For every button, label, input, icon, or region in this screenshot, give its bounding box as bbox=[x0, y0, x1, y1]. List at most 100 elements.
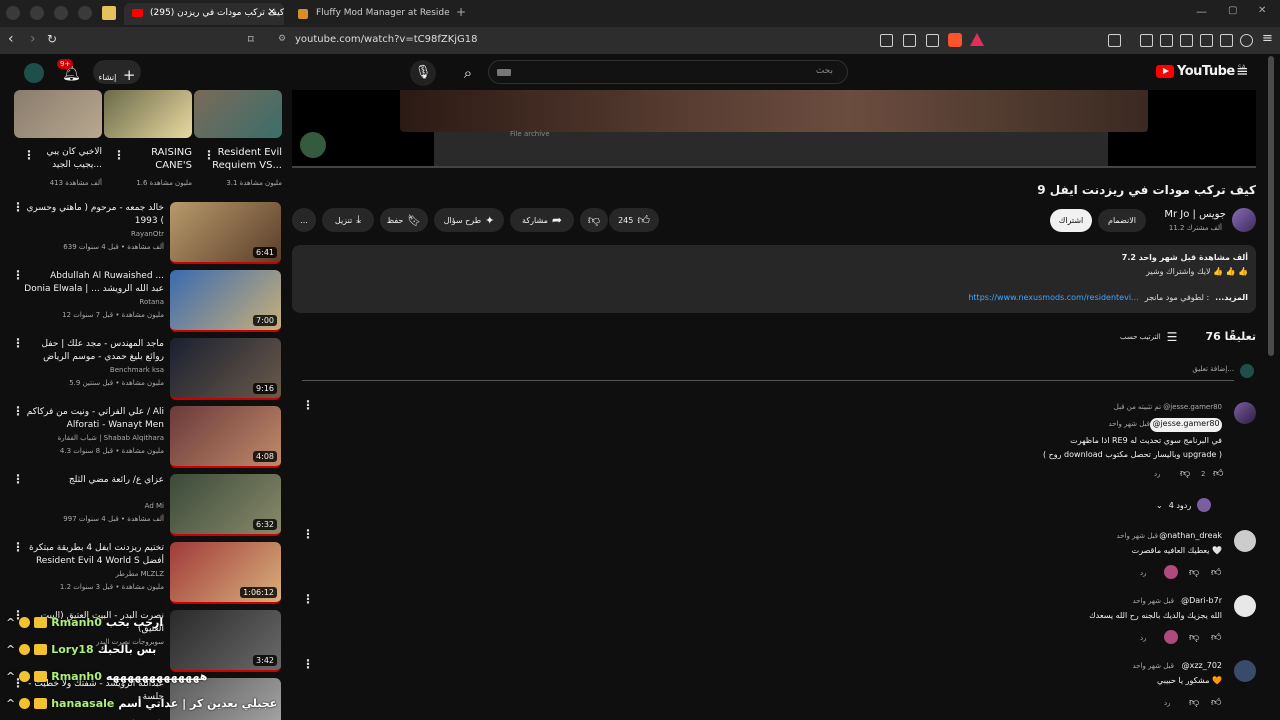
account-avatar[interactable] bbox=[24, 63, 44, 83]
related-channel[interactable]: Rotana bbox=[24, 298, 164, 306]
related-title[interactable]: عزاي ع/ رائعة مضي الثلج bbox=[24, 474, 164, 500]
channel-avatar[interactable] bbox=[1232, 208, 1256, 232]
commenter-name[interactable]: @Dari-b7r bbox=[1181, 596, 1222, 605]
create-button[interactable]: إنشاء + bbox=[93, 60, 141, 84]
youtube-logo[interactable]: YouTube SA bbox=[1156, 64, 1246, 79]
back-icon[interactable]: ‹ bbox=[8, 31, 14, 47]
comment-dislike-icon[interactable]: 👎︎ bbox=[1189, 696, 1199, 708]
save-button[interactable]: حفظ 🔖︎ bbox=[380, 208, 428, 232]
related-top-thumb[interactable] bbox=[194, 90, 282, 138]
sidebar-icon[interactable] bbox=[1180, 34, 1193, 47]
voice-search-button[interactable]: 🎙︎ bbox=[410, 60, 436, 86]
bookmark-page-icon[interactable]: ⌑ bbox=[248, 33, 254, 46]
more-actions-button[interactable]: ... bbox=[292, 208, 316, 232]
leo-icon[interactable] bbox=[1220, 34, 1233, 47]
screenshot-icon[interactable] bbox=[1108, 34, 1121, 47]
search-button[interactable]: ⌕ bbox=[454, 60, 482, 86]
tab-fluffy[interactable]: Fluffy Mod Manager at Resident Evil bbox=[290, 3, 450, 25]
more-options-icon[interactable]: ⋮ bbox=[113, 148, 125, 162]
related-title[interactable]: تختيم ريزدنت ايفل 4 بطريقة مبتكرة Reside… bbox=[24, 542, 164, 568]
comment-like-icon[interactable]: 👍︎ bbox=[1211, 566, 1221, 578]
related-thumbnail[interactable]: 7:00 bbox=[170, 270, 281, 332]
related-thumbnail[interactable]: 6:32 bbox=[170, 474, 281, 536]
media-icon[interactable] bbox=[1160, 34, 1173, 47]
commenter-name-badge[interactable]: @jesse.gamer80 bbox=[1150, 418, 1222, 432]
sort-button[interactable]: الترتيب حسب ☰ bbox=[1120, 330, 1177, 344]
description-link[interactable]: https://www.nexusmods.com/residentevi... bbox=[968, 293, 1138, 302]
cast-icon[interactable] bbox=[903, 34, 916, 47]
related-title[interactable]: علي الفراتي - ونيت من فركاكم / Ali Alfor… bbox=[24, 406, 164, 432]
reply-button[interactable]: رد bbox=[1164, 699, 1171, 707]
commenter-avatar[interactable] bbox=[1234, 660, 1256, 682]
globe-icon[interactable] bbox=[78, 6, 92, 20]
bookmark-icon[interactable] bbox=[102, 6, 116, 20]
related-thumbnail[interactable]: 9:16 bbox=[170, 338, 281, 400]
share-button[interactable]: مشاركة ➦ bbox=[510, 208, 574, 232]
join-button[interactable]: الانضمام bbox=[1098, 209, 1146, 232]
new-tab-icon[interactable]: + bbox=[456, 5, 466, 19]
comment-options-icon[interactable]: ⋮ bbox=[302, 592, 314, 606]
search-input[interactable]: بحث bbox=[488, 60, 848, 84]
keyboard-icon[interactable] bbox=[497, 69, 511, 76]
related-video-item[interactable]: 6:32 عزاي ع/ رائعة مضي الثلج Ad Mi 997 أ… bbox=[0, 472, 285, 538]
commenter-name[interactable]: @nathan_dreak bbox=[1159, 531, 1222, 540]
reload-icon[interactable]: ↻ bbox=[47, 32, 57, 46]
close-window-icon[interactable]: ✕ bbox=[1258, 5, 1266, 16]
like-button[interactable]: 245 👍︎ bbox=[609, 208, 659, 232]
dislike-button[interactable]: 👎︎ bbox=[580, 208, 608, 232]
related-thumbnail[interactable]: 1:06:12 bbox=[170, 542, 281, 604]
related-thumbnail[interactable]: 4:08 bbox=[170, 406, 281, 468]
commenter-avatar[interactable] bbox=[1234, 402, 1256, 424]
more-options-icon[interactable]: ⋮ bbox=[12, 472, 24, 486]
progress-bar[interactable] bbox=[292, 166, 1256, 168]
more-options-icon[interactable]: ⋮ bbox=[12, 404, 24, 418]
reply-button[interactable]: رد bbox=[1140, 634, 1147, 642]
comment-dislike-icon[interactable]: 👎︎ bbox=[1180, 467, 1190, 479]
commenter-avatar[interactable] bbox=[1234, 595, 1256, 617]
related-video-item[interactable]: 6:41 خالد جمعه - مرحوم ( ماهتي وحسري ) 1… bbox=[0, 200, 285, 266]
comment-like-icon[interactable]: 👍︎ bbox=[1213, 467, 1223, 479]
comment-like-icon[interactable]: 👍︎ bbox=[1211, 631, 1221, 643]
related-channel[interactable]: Benchmark ksa bbox=[24, 366, 164, 374]
commenter-name[interactable]: @xzz_702 bbox=[1182, 661, 1222, 670]
site-info-icon[interactable]: ⚙ bbox=[278, 34, 286, 44]
related-top-title[interactable]: الاخبي كان يبي يجيب الجيد... bbox=[40, 146, 103, 172]
show-more-link[interactable]: ...المزيد bbox=[1215, 293, 1248, 302]
minimize-icon[interactable]: — bbox=[1196, 5, 1207, 18]
comment-dislike-icon[interactable]: 👎︎ bbox=[1189, 631, 1199, 643]
more-options-icon[interactable]: ⋮ bbox=[203, 148, 215, 162]
reply-button[interactable]: رد bbox=[1140, 569, 1147, 577]
translate-icon[interactable] bbox=[880, 34, 893, 47]
close-tab-icon[interactable]: ✕ bbox=[268, 7, 276, 18]
related-channel[interactable]: RayanOtr bbox=[24, 230, 164, 238]
channel-name[interactable]: Mr Jo | جويس bbox=[1150, 209, 1226, 220]
browser-menu-icon[interactable] bbox=[6, 6, 20, 20]
more-options-icon[interactable]: ⋮ bbox=[12, 336, 24, 350]
related-top-thumb[interactable] bbox=[14, 90, 102, 138]
replies-toggle[interactable]: ⌄ 4 ردود bbox=[1156, 498, 1212, 512]
related-video-item[interactable]: 4:08 علي الفراتي - ونيت من فركاكم / Ali … bbox=[0, 404, 285, 470]
commenter-avatar[interactable] bbox=[1234, 530, 1256, 552]
related-title[interactable]: ماجد المهندس - مجد علك | حفل روائع بليغ … bbox=[24, 338, 164, 364]
related-channel[interactable]: شباب الفقارة | Shabab Alqithara bbox=[24, 434, 164, 442]
app-menu-icon[interactable]: ≡ bbox=[1262, 31, 1273, 46]
extension-icon[interactable] bbox=[30, 6, 44, 20]
related-channel[interactable]: Ad Mi bbox=[24, 502, 164, 510]
more-options-icon[interactable]: ⋮ bbox=[12, 540, 24, 554]
share-icon[interactable] bbox=[926, 34, 939, 47]
comment-options-icon[interactable]: ⋮ bbox=[302, 398, 314, 412]
comment-options-icon[interactable]: ⋮ bbox=[302, 657, 314, 671]
more-options-icon[interactable]: ⋮ bbox=[12, 200, 24, 214]
comment-like-icon[interactable]: 👍︎ bbox=[1211, 696, 1221, 708]
ask-button[interactable]: طرح سؤال ✦ bbox=[434, 208, 504, 232]
related-video-item[interactable]: 1:06:12 تختيم ريزدنت ايفل 4 بطريقة مبتكر… bbox=[0, 540, 285, 606]
related-thumbnail[interactable]: 3:42 bbox=[170, 610, 281, 672]
maximize-icon[interactable]: ▢ bbox=[1228, 5, 1237, 16]
brave-shield-icon[interactable] bbox=[948, 33, 962, 47]
rewards-icon[interactable] bbox=[970, 33, 984, 46]
download-button[interactable]: تنزيل ⤓ bbox=[322, 208, 374, 232]
wallet-icon[interactable] bbox=[1200, 34, 1213, 47]
tab-youtube[interactable]: (295) كيف تركب مودات في ريزدن ✕ bbox=[124, 3, 284, 25]
comment-dislike-icon[interactable]: 👎︎ bbox=[1189, 566, 1199, 578]
reply-button[interactable]: رد bbox=[1154, 470, 1161, 478]
